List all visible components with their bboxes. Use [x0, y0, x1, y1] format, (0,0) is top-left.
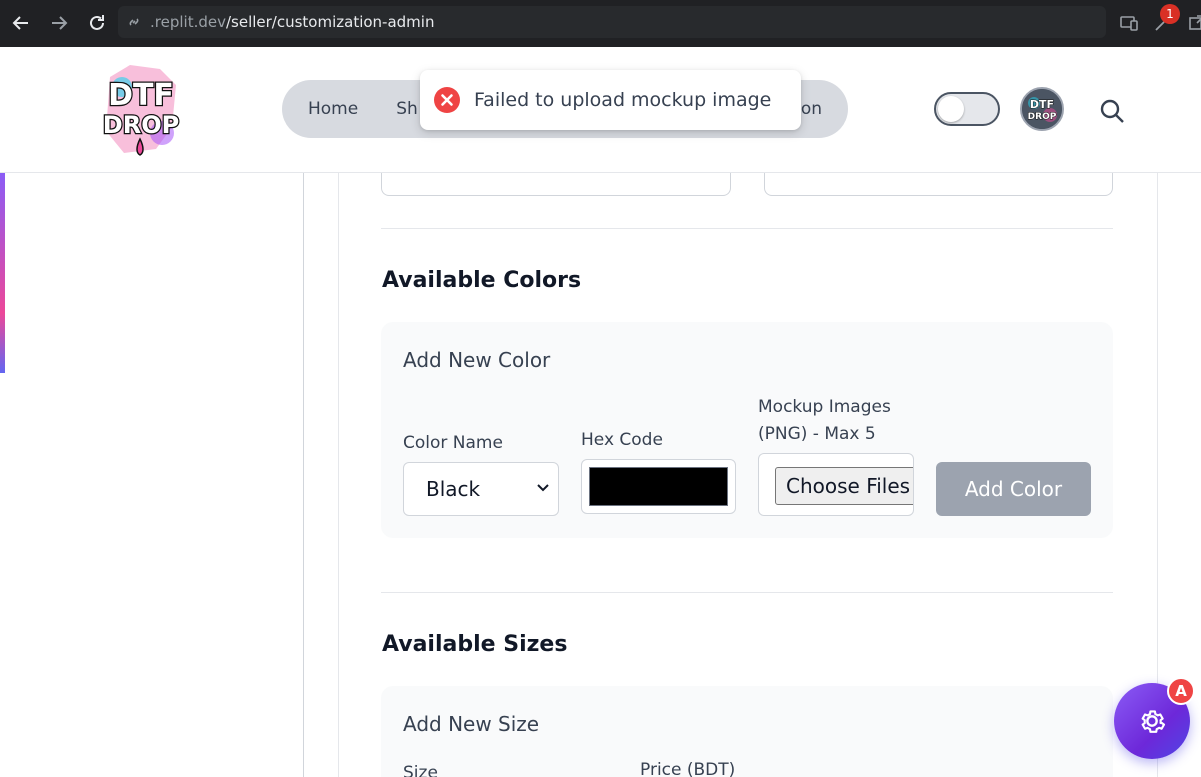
gear-icon	[1141, 710, 1166, 733]
browser-toolbar: .replit.dev/seller/customization-admin 1	[0, 0, 1201, 47]
mockup-images-label: Mockup Images (PNG) - Max 5	[758, 394, 891, 448]
link-icon	[126, 13, 144, 31]
avatar-logo-icon: DTF DROP	[1022, 89, 1062, 129]
colors-section-title: Available Colors	[382, 268, 582, 293]
url-domain: .replit.dev	[150, 13, 226, 31]
address-bar[interactable]: .replit.dev/seller/customization-admin	[118, 6, 1106, 38]
devices-icon	[1120, 16, 1138, 31]
size-label: Size	[403, 763, 438, 777]
color-name-select[interactable]: Black	[403, 462, 559, 516]
chevron-down-icon	[537, 484, 549, 492]
error-toast: Failed to upload mockup image	[420, 70, 801, 130]
sidebar	[0, 173, 304, 777]
add-size-panel: Add New Size	[381, 686, 1113, 777]
svg-text:DROP: DROP	[1028, 112, 1057, 122]
extension-badge: 1	[1160, 4, 1180, 24]
avatar[interactable]: DTF DROP	[1020, 87, 1064, 131]
toast-message: Failed to upload mockup image	[474, 89, 772, 111]
open-external-button[interactable]	[1184, 10, 1201, 36]
dtf-drop-logo[interactable]: DTF DROP	[100, 57, 182, 161]
toggle-knob	[938, 96, 964, 122]
fab-badge: A	[1167, 677, 1195, 705]
search-icon	[1100, 99, 1124, 123]
sizes-section-title: Available Sizes	[382, 632, 568, 657]
forward-button[interactable]	[46, 10, 72, 36]
color-name-value: Black	[426, 477, 481, 501]
search-button[interactable]	[1098, 97, 1126, 125]
choose-files-button[interactable]: Choose Files	[775, 467, 913, 505]
svg-text:DTF: DTF	[1030, 98, 1054, 111]
hex-color-picker[interactable]	[581, 459, 736, 514]
open-external-icon	[1189, 15, 1201, 30]
divider	[381, 592, 1113, 593]
color-name-label: Color Name	[403, 433, 503, 453]
mockup-file-input[interactable]: Choose Files	[758, 453, 914, 516]
color-swatch	[589, 467, 728, 506]
divider	[381, 228, 1113, 229]
svg-text:DTF: DTF	[108, 78, 174, 113]
nav-shop[interactable]: Sh	[396, 99, 418, 119]
add-size-panel-title: Add New Size	[403, 712, 540, 736]
arrow-left-icon	[12, 16, 28, 30]
reload-icon	[90, 15, 104, 30]
cast-button[interactable]	[1116, 10, 1142, 36]
svg-text:DROP: DROP	[103, 111, 179, 139]
partial-input-right[interactable]	[764, 173, 1113, 196]
price-label: Price (BDT)	[640, 760, 736, 777]
nav-item-right[interactable]: on	[801, 99, 822, 119]
partial-input-left[interactable]	[381, 173, 731, 196]
sidebar-accent-bar	[0, 173, 5, 373]
theme-toggle[interactable]	[934, 92, 1000, 126]
add-color-button[interactable]: Add Color	[936, 462, 1091, 516]
add-color-panel-title: Add New Color	[403, 348, 551, 372]
mockup-label-line1: Mockup Images	[758, 397, 891, 417]
hex-code-label: Hex Code	[581, 430, 663, 450]
error-circle-icon	[434, 87, 460, 113]
back-button[interactable]	[8, 10, 34, 36]
reload-button[interactable]	[84, 10, 110, 36]
mockup-label-line2: (PNG) - Max 5	[758, 424, 876, 444]
arrow-right-icon	[52, 16, 68, 30]
nav-home[interactable]: Home	[308, 99, 358, 119]
url-path: /seller/customization-admin	[225, 13, 435, 31]
